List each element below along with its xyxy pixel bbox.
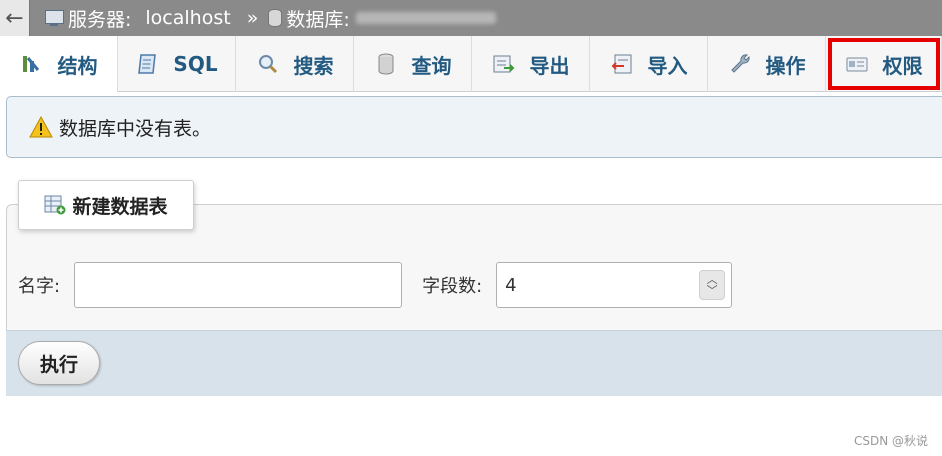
tab-query[interactable]: 查询 [354,36,472,92]
tab-label: 操作 [765,53,806,78]
export-icon [492,52,516,76]
tab-label: 查询 [411,53,452,78]
query-icon [374,52,398,76]
breadcrumb-database-label: 数据库: [286,8,350,31]
redacted-database-name [355,12,496,24]
warning-icon [29,116,53,138]
tab-label: 导出 [529,53,570,78]
table-name-input[interactable] [74,262,403,308]
table-name-label: 名字: [18,276,61,297]
structure-icon [20,52,44,76]
breadcrumb-server-link[interactable]: localhost [145,7,230,29]
sql-icon [135,52,159,76]
column-count-label: 字段数: [422,276,483,297]
tab-sql[interactable]: SQL [118,36,236,92]
database-tab-bar: 结构 SQL 搜索 查询 导出 导入 操作 权限 [0,36,942,92]
wrench-icon [728,52,752,76]
breadcrumb: 服务器: localhost » 数据库: [44,5,496,32]
server-icon [44,9,64,27]
execute-button[interactable]: 执行 [18,341,100,385]
tab-label: 结构 [57,53,98,78]
new-table-icon [44,195,66,215]
create-table-legend: 新建数据表 [18,180,194,230]
breadcrumb-bar: ← 服务器: localhost » 数据库: [0,0,942,36]
breadcrumb-server-label: 服务器: [68,8,132,31]
notice-text: 数据库中没有表。 [59,117,212,140]
tab-label: 权限 [882,53,923,78]
tab-label: 搜索 [293,53,334,78]
tab-search[interactable]: 搜索 [236,36,354,92]
tab-operations[interactable]: 操作 [708,36,826,92]
no-tables-notice: 数据库中没有表。 [6,96,942,158]
tab-structure[interactable]: 结构 [0,36,118,92]
tab-label: 导入 [647,53,688,78]
column-count-input[interactable]: 4 ︿ ﹀ [496,262,733,308]
breadcrumb-separator: » [246,7,259,29]
tab-export[interactable]: 导出 [472,36,590,92]
import-icon [610,52,634,76]
privileges-icon [845,52,869,76]
tab-import[interactable]: 导入 [590,36,708,92]
create-table-fields: 名字: 字段数: 4 ︿ ﹀ [18,262,733,308]
database-icon [268,9,283,27]
column-count-value: 4 [505,274,517,296]
back-arrow-icon[interactable]: ← [0,0,30,36]
create-table-title: 新建数据表 [72,195,168,218]
form-footer [6,330,942,396]
tab-label: SQL [173,52,218,76]
tab-privileges[interactable]: 权限 [826,36,942,92]
spinner-icon[interactable]: ︿ ﹀ [699,270,726,300]
search-icon [256,52,280,76]
watermark: CSDN @秋说 [853,434,928,448]
